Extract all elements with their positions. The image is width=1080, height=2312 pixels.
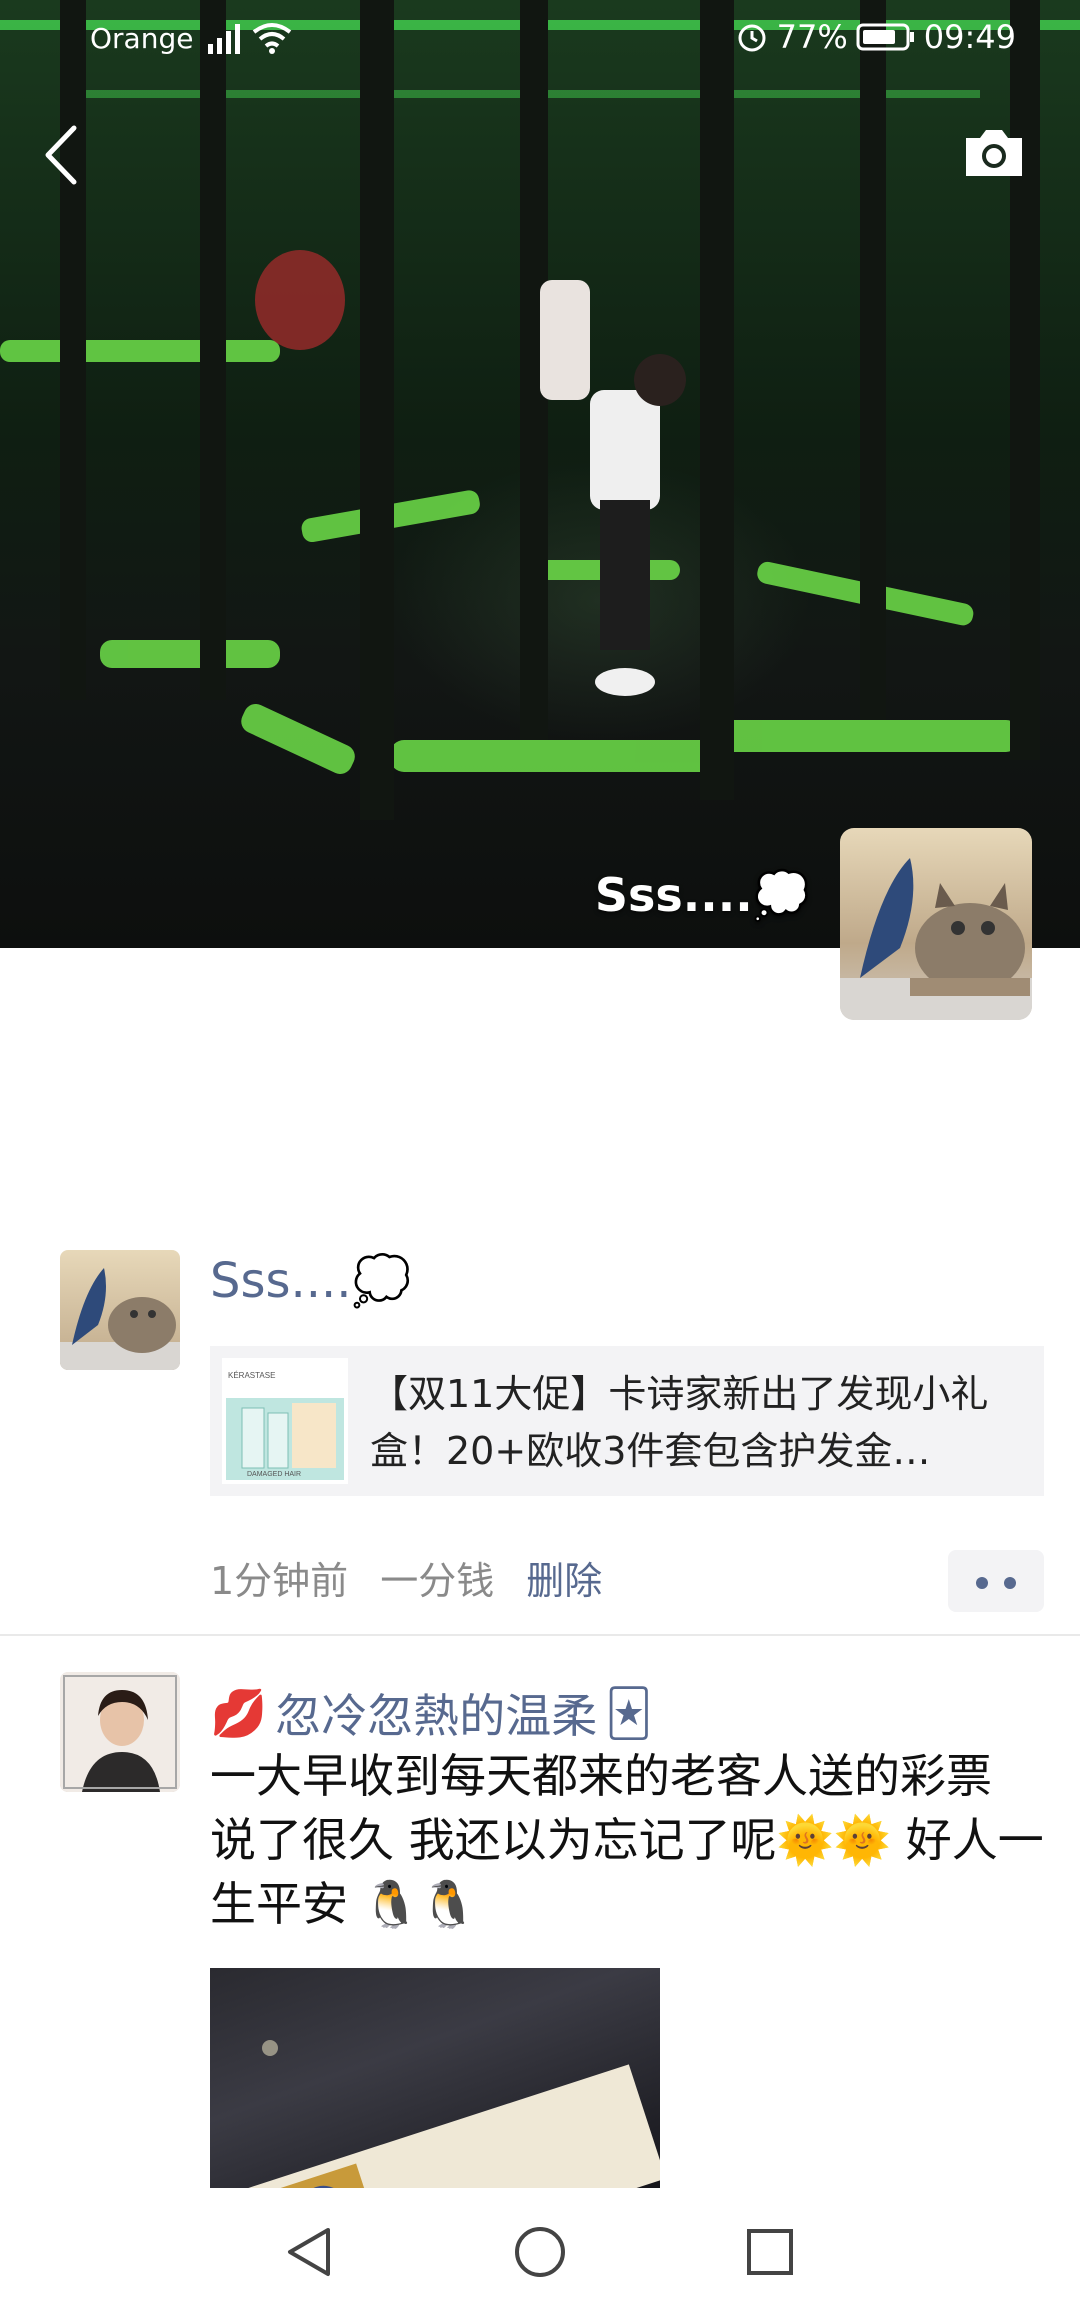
post2-author[interactable]: 💋 忽冷忽熱的温柔 🃏: [210, 1680, 652, 1746]
more-dot-icon: [1004, 1577, 1016, 1589]
system-nav-bar: [0, 2188, 1080, 2312]
alarm-icon: [738, 24, 766, 52]
shared-link-thumbnail: KÉRASTASE DAMAGED HAIR: [222, 1358, 348, 1484]
cat-avatar-small-illustration: [60, 1268, 180, 1370]
post2-text: 一大早收到每天都来的老客人送的彩票 说了很久 我还以为忘记了呢🌞🌞 好人一生平安…: [210, 1749, 1044, 1931]
shared-link-title: 【双11大促】卡诗家新出了发现小礼盒！20+欧收3件套包含护发金…: [370, 1372, 989, 1473]
signal-icon: [208, 24, 240, 54]
post2-photo[interactable]: [210, 1968, 660, 2188]
nav-back-icon[interactable]: [284, 2226, 334, 2278]
clock: 09:49: [923, 18, 1016, 56]
thumb-brand-text: KÉRASTASE: [228, 1371, 275, 1380]
thumb-caption-text: DAMAGED HAIR: [247, 1471, 301, 1478]
profile-name: Sss....💭: [595, 868, 810, 923]
wifi-icon: [252, 23, 292, 54]
post1-time: 1分钟前: [210, 1559, 349, 1603]
status-right: 77% 09:49: [735, 18, 1016, 56]
cover-photo-illustration: [0, 0, 1080, 820]
post2-avatar[interactable]: [60, 1672, 180, 1792]
status-bar: Orange 77% 09:49: [0, 0, 1080, 80]
back-icon[interactable]: [38, 122, 88, 188]
post1-author-text[interactable]: Sss....: [210, 1253, 352, 1309]
post1-avatar[interactable]: [60, 1250, 180, 1370]
comment-like-button[interactable]: [948, 1550, 1044, 1612]
card-icon: 🃏: [605, 1686, 653, 1740]
battery-icon: [856, 23, 914, 51]
product-box-illustration: KÉRASTASE DAMAGED HAIR: [226, 1371, 344, 1480]
post1-meta: 1分钟前 一分钱 删除: [210, 1550, 602, 1605]
post1-extra: 一分钱: [380, 1559, 495, 1603]
post-divider: [0, 1634, 1080, 1636]
thought-balloon-icon: 💭: [351, 1253, 412, 1309]
camera-icon[interactable]: [962, 126, 1026, 180]
cat-avatar-illustration: [840, 858, 1032, 1020]
carrier-label: Orange: [90, 22, 194, 55]
nav-recents-icon[interactable]: [746, 2228, 794, 2276]
woman-avatar-illustration: [60, 1672, 180, 1792]
battery-percent: 77%: [776, 18, 848, 56]
delete-button[interactable]: 删除: [526, 1550, 602, 1605]
cover-photo[interactable]: [0, 0, 1080, 948]
lips-icon: 💋: [210, 1685, 268, 1740]
post1-author[interactable]: Sss....💭: [210, 1252, 411, 1309]
thought-balloon-icon: 💭: [752, 868, 810, 922]
lottery-ticket-photo-illustration: [248, 2040, 660, 2188]
nav-home-icon[interactable]: [514, 2226, 566, 2278]
profile-name-text: Sss....: [594, 868, 753, 922]
profile-avatar[interactable]: [840, 828, 1032, 1020]
more-dot-icon: [976, 1577, 988, 1589]
shared-link-card[interactable]: KÉRASTASE DAMAGED HAIR 【双11大促】卡诗家新出了发现小礼…: [210, 1346, 1044, 1496]
post2-author-text[interactable]: 忽冷忽熱的温柔: [275, 1680, 597, 1746]
